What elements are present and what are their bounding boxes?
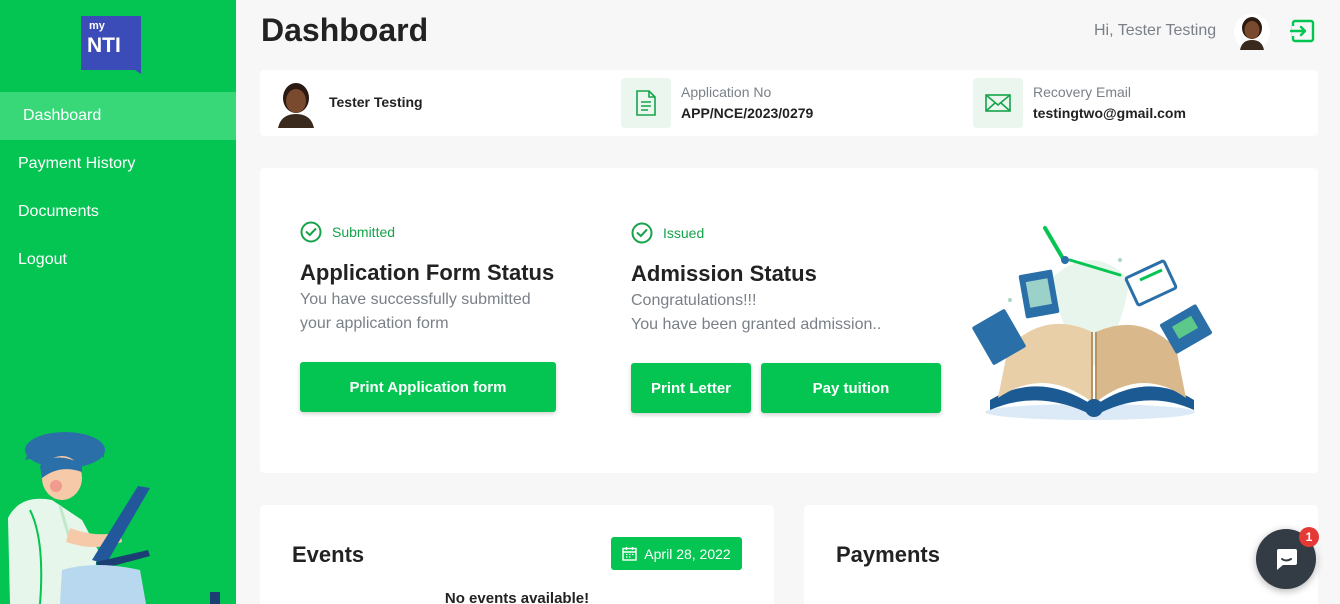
open-books-illustration: [972, 226, 1212, 420]
events-card: Events April 28, 2022 No events availabl…: [260, 505, 774, 604]
check-circle-icon: [631, 222, 653, 244]
sidebar-item-dashboard[interactable]: Dashboard: [0, 92, 236, 140]
print-letter-button[interactable]: Print Letter: [631, 363, 751, 413]
profile-info-card: Tester Testing Application No APP/NCE/20…: [260, 70, 1318, 136]
student-laptop-illustration: [8, 432, 220, 604]
recovery-email-value: testingtwo@gmail.com: [1033, 105, 1186, 121]
chat-notification-badge: 1: [1299, 527, 1319, 547]
admission-status-desc-1: Congratulations!!!: [631, 292, 757, 309]
events-title: Events: [292, 542, 365, 567]
issued-badge: Issued: [631, 222, 704, 244]
application-status-desc-1: You have successfully submitted: [300, 291, 531, 308]
application-status-desc-2: your application form: [300, 315, 449, 332]
header-avatar[interactable]: [1234, 14, 1270, 50]
sidebar-item-payment-history[interactable]: Payment History: [0, 140, 236, 188]
payments-title: Payments: [836, 542, 940, 567]
recovery-email-label: Recovery Email: [1033, 84, 1132, 100]
greeting-text: Hi, Tester Testing: [1094, 22, 1217, 39]
application-no-label: Application No: [681, 84, 772, 100]
events-date-label: April 28, 2022: [644, 545, 731, 562]
issued-badge-label: Issued: [663, 225, 705, 241]
profile-avatar: [278, 83, 314, 128]
sidebar: my NTI Dashboard Payment History Documen…: [0, 0, 236, 604]
sidebar-item-logout[interactable]: Logout: [0, 236, 236, 284]
admission-status-desc-2: You have been granted admission..: [631, 316, 882, 333]
no-events-text: No events available!: [444, 590, 590, 604]
mynti-logo[interactable]: my NTI: [81, 16, 141, 76]
profile-name: Tester Testing: [329, 94, 423, 110]
check-circle-icon: [300, 221, 322, 243]
pay-tuition-button[interactable]: Pay tuition: [761, 363, 941, 413]
submitted-badge-label: Submitted: [332, 224, 396, 240]
page-title: Dashboard: [261, 12, 429, 48]
logo-small-text: my: [89, 20, 106, 32]
envelope-icon: [985, 94, 1011, 112]
chat-bubble-icon: [1277, 549, 1297, 570]
print-application-form-button[interactable]: Print Application form: [300, 362, 556, 412]
submitted-badge: Submitted: [300, 221, 395, 243]
logout-icon[interactable]: [1290, 18, 1316, 44]
calendar-icon: [622, 547, 637, 561]
application-no-value: APP/NCE/2023/0279: [681, 105, 814, 121]
logo-big-text: NTI: [87, 34, 121, 57]
document-icon-tile: [621, 78, 671, 128]
admission-status-title: Admission Status: [631, 261, 817, 286]
email-icon-tile: [973, 78, 1023, 128]
events-date-chip[interactable]: April 28, 2022: [611, 537, 742, 570]
payments-card: Payments: [804, 505, 1318, 604]
application-status-title: Application Form Status: [300, 260, 555, 285]
sidebar-item-documents[interactable]: Documents: [0, 188, 236, 236]
document-icon: [636, 90, 656, 116]
sidebar-nav: Dashboard Payment History Documents Logo…: [0, 92, 236, 284]
